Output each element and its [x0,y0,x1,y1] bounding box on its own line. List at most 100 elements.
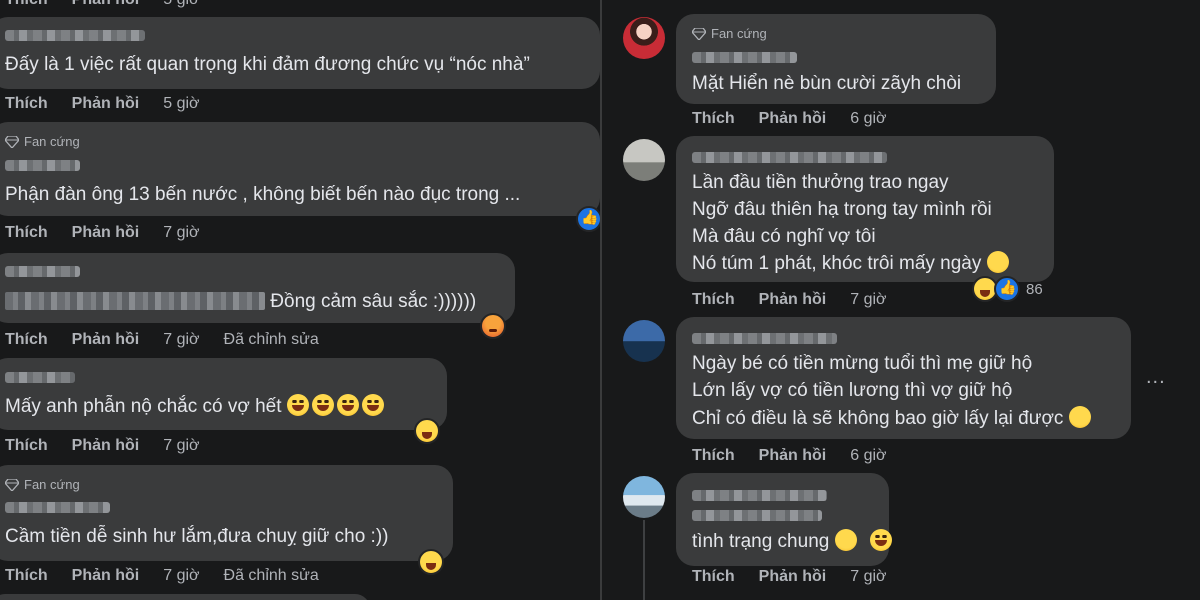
comment-text: Mấy anh phẫn nộ chắc có vợ hết [5,393,384,420]
blurred-author-name [692,333,837,344]
user-avatar[interactable] [623,320,665,362]
user-avatar[interactable] [623,139,665,181]
fan-badge: Fan cứng [692,26,767,41]
edited-label: Đã chỉnh sửa [223,567,319,584]
like-link[interactable]: Thích [5,0,48,9]
comment-time: 7 giờ [163,224,200,241]
comment-text: Đấy là 1 việc rất quan trọng khi đảm đươ… [5,54,530,75]
comment-text: Cầm tiền dễ sinh hư lắm,đưa chuỵ giữ cho… [5,526,389,547]
comment-actions: Thích Phản hồi 7 giờ [692,568,887,586]
comment-text: Phận đàn ông 13 bến nước , không biết bế… [5,184,521,205]
comment-text-visible: Chỉ có điều là sẽ không bao giờ lấy lại … [692,408,1064,429]
blurred-author-name [5,266,80,277]
comment-text-line: Mà đâu có nghĩ vợ tôi [692,226,876,247]
comment-text: Đồng cảm sâu sắc :)))))) [5,288,476,315]
like-link[interactable]: Thích [5,331,48,349]
comment-actions: Thích Phản hồi 7 giờ [5,437,200,455]
reply-link[interactable]: Phản hồi [72,437,140,455]
pleading-emoji-icon [1068,406,1091,428]
comment-bubble [0,594,370,600]
blurred-author-name [5,372,75,383]
reply-link[interactable]: Phản hồi [72,95,140,113]
comment-time: 7 giờ [163,437,200,454]
blurred-author-name [5,30,145,41]
blurred-author-name [692,510,822,521]
reply-link[interactable]: Phản hồi [759,568,827,586]
like-link[interactable]: Thích [692,110,735,128]
comment-time: 5 giờ [163,0,199,9]
laughing-emoji-icon [286,394,309,416]
fan-badge: Fan cứng [5,134,80,149]
left-comments-panel: Thích Phản hồi 5 giờ Đấy là 1 việc rất q… [0,0,600,600]
sad-emoji-icon [834,529,857,551]
laughing-emoji-icon [311,394,334,416]
user-avatar[interactable] [623,476,665,518]
comment-text: Mặt Hiển nè bùn cười zãyh chòi [692,73,962,94]
comment-text-line: tình trạng chung [692,528,892,555]
like-reaction-icon[interactable] [576,206,600,232]
comment-text-line: Ngày bé có tiền mừng tuổi thì mẹ giữ hộ [692,353,1033,374]
diamond-icon [692,27,706,40]
blurred-author-name [5,502,110,513]
crying-emoji-icon [986,251,1009,273]
like-link[interactable]: Thích [5,95,48,113]
reply-thread-line [643,520,645,600]
fan-badge: Fan cứng [5,477,80,492]
reply-link[interactable]: Phản hồi [759,447,827,465]
comment-text-visible: Đồng cảm sâu sắc :)))))) [270,291,477,312]
fan-badge-label: Fan cứng [24,134,80,149]
right-comments-panel: Fan cứng Mặt Hiển nè bùn cười zãyh chòi … [602,0,1200,600]
reply-link[interactable]: Phản hồi [72,567,140,585]
comment-time: 7 giờ [163,567,200,584]
diamond-icon [5,478,19,491]
comment-time: 6 giờ [850,447,887,464]
blurred-author-name [692,152,887,163]
laughing-emoji-icon [361,394,384,416]
comment-actions: Thích Phản hồi 5 giờ [5,0,200,9]
laughing-emoji-icon [869,529,892,551]
comment-actions: Thích Phản hồi 7 giờ Đã chỉnh sửa [5,331,319,349]
reply-link[interactable]: Phản hồi [759,110,827,128]
comment-text-visible: tình trạng chung [692,531,830,552]
comment-time: 7 giờ [163,331,200,348]
reaction-count[interactable]: 86 [1026,281,1043,298]
comment-time: 5 giờ [163,95,200,112]
reply-link[interactable]: Phản hồi [72,224,140,242]
comment-text-line: Lần đầu tiền thưởng trao ngay [692,172,949,193]
laughing-emoji-icon [336,394,359,416]
like-reaction-icon[interactable] [994,276,1020,302]
fan-badge-label: Fan cứng [24,477,80,492]
user-avatar[interactable] [623,17,665,59]
comment-text-visible: Mấy anh phẫn nộ chắc có vợ hết [5,396,282,417]
edited-label: Đã chỉnh sửa [223,331,319,348]
like-link[interactable]: Thích [5,224,48,242]
comment-actions: Thích Phản hồi 7 giờ [5,224,200,242]
comment-time: 7 giờ [850,291,887,308]
comment-actions: Thích Phản hồi 6 giờ [692,447,887,465]
like-link[interactable]: Thích [692,291,735,309]
like-link[interactable]: Thích [692,568,735,586]
reply-link[interactable]: Phản hồi [72,331,140,349]
like-link[interactable]: Thích [692,447,735,465]
comment-text-line: Chỉ có điều là sẽ không bao giờ lấy lại … [692,405,1091,432]
more-options-icon[interactable]: ... [1146,366,1166,389]
comment-text-visible: Nó túm 1 phát, khóc trôi mấy ngày [692,253,982,274]
comment-text-line: Nó túm 1 phát, khóc trôi mấy ngày [692,250,1009,277]
blurred-text [5,292,265,310]
reply-link[interactable]: Phản hồi [72,0,140,9]
fan-badge-label: Fan cứng [711,26,767,41]
comment-time: 7 giờ [850,568,887,585]
blurred-author-name [692,490,827,501]
comment-text-line: Ngỡ đâu thiên hạ trong tay mình rồi [692,199,992,220]
diamond-icon [5,135,19,148]
comment-actions: Thích Phản hồi 6 giờ [692,110,887,128]
like-link[interactable]: Thích [5,567,48,585]
haha-reaction-icon[interactable] [414,418,440,444]
comment-actions: Thích Phản hồi 5 giờ [5,95,200,113]
haha-reaction-icon[interactable] [418,549,444,575]
angry-reaction-icon[interactable] [480,313,506,339]
comment-text-line: Lớn lấy vợ có tiền lương thì vợ giữ hộ [692,380,1013,401]
reply-link[interactable]: Phản hồi [759,291,827,309]
like-link[interactable]: Thích [5,437,48,455]
comment-actions: Thích Phản hồi 7 giờ Đã chỉnh sửa [5,567,319,585]
